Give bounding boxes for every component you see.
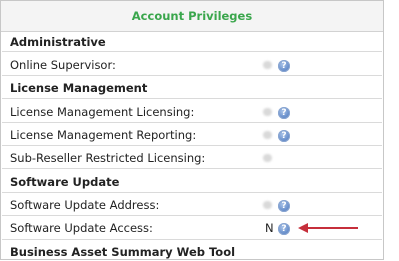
section-business-asset-summary: Business Asset Summary Web Tool [10,245,236,259]
software-update-access-label: Software Update Access: [10,221,153,235]
license-management-licensing-label: License Management Licensing: [10,105,195,119]
annotation-arrow-icon [298,223,308,233]
redacted-value [263,154,272,162]
help-icon[interactable]: ? [278,107,290,119]
account-privileges-panel: Account Privileges Administrative Online… [0,0,384,260]
sub-reseller-restricted-licensing-label: Sub-Reseller Restricted Licensing: [10,151,206,165]
row-divider [2,239,382,240]
software-update-access-value: N [265,221,274,235]
row-divider [2,215,382,216]
help-icon[interactable]: ? [278,60,290,72]
row-divider [2,168,382,169]
annotation-arrow-line [306,227,358,229]
row-divider [2,145,382,146]
row-divider [2,98,382,99]
redacted-value [263,61,272,69]
row-divider [2,192,382,193]
help-icon[interactable]: ? [278,130,290,142]
section-administrative: Administrative [10,35,106,49]
help-icon[interactable]: ? [278,200,290,212]
row-divider [2,75,382,76]
row-divider [2,51,382,52]
redacted-value [263,108,272,116]
online-supervisor-label: Online Supervisor: [10,58,116,72]
row-divider [2,122,382,123]
section-software-update: Software Update [10,175,120,189]
panel-title: Account Privileges [1,1,383,32]
license-management-reporting-label: License Management Reporting: [10,128,197,142]
redacted-value [263,201,272,209]
software-update-address-label: Software Update Address: [10,198,160,212]
redacted-value [263,131,272,139]
help-icon[interactable]: ? [278,223,290,235]
section-license-management: License Management [10,81,148,95]
